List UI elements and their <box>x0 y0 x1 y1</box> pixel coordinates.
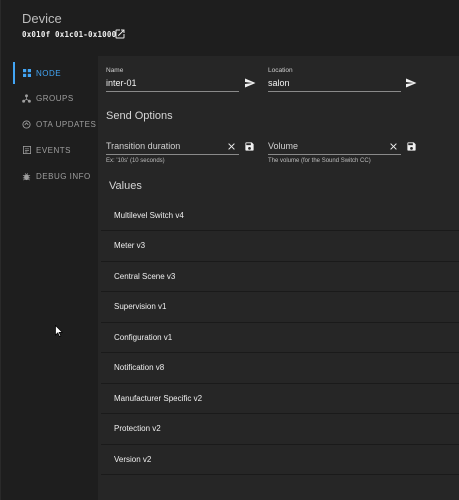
send-location-button[interactable] <box>404 76 417 89</box>
list-item[interactable]: Manufacturer Specific v2 <box>101 383 459 414</box>
open-in-new-icon[interactable] <box>114 28 126 40</box>
sidebar-item-label: DEBUG INFO <box>36 171 91 181</box>
events-icon <box>22 146 31 155</box>
sidebar-item-label: NODE <box>36 68 62 78</box>
name-label: Name <box>106 67 124 74</box>
sidebar-item-node[interactable]: NODE <box>1 60 98 86</box>
list-item[interactable]: Version v2 <box>101 444 459 475</box>
send-icon <box>405 78 416 87</box>
page-title: Device <box>22 11 62 26</box>
volume-field[interactable]: Volume The volume (for the Sound Switch … <box>268 140 401 170</box>
save-transition-button[interactable] <box>243 140 256 153</box>
name-field[interactable]: Name inter-01 <box>106 67 239 93</box>
clear-transition-button[interactable] <box>225 140 238 153</box>
list-item[interactable]: Supervision v1 <box>101 292 459 323</box>
values-title: Values <box>109 180 142 192</box>
sidebar-item-groups[interactable]: GROUPS <box>1 85 98 111</box>
grid-icon <box>22 69 31 78</box>
save-volume-button[interactable] <box>405 140 418 153</box>
volume-input[interactable]: Volume <box>268 141 298 151</box>
transition-duration-input[interactable]: Transition duration <box>106 141 180 151</box>
close-icon <box>228 143 235 150</box>
transition-underline <box>106 154 239 155</box>
list-item[interactable]: Notification v8 <box>101 353 459 384</box>
group-icon <box>22 93 31 103</box>
sidebar-item-ota-updates[interactable]: OTA UPDATES <box>1 111 98 137</box>
list-item[interactable]: Central Scene v3 <box>101 261 459 292</box>
save-icon <box>407 142 416 151</box>
location-field[interactable]: Location salon <box>268 67 401 93</box>
sidebar-item-label: GROUPS <box>36 93 74 103</box>
list-item[interactable]: Meter v3 <box>101 231 459 262</box>
volume-hint: The volume (for the Sound Switch CC) <box>268 158 371 164</box>
list-item[interactable]: Multilevel Switch v4 <box>101 200 459 231</box>
name-underline <box>106 91 239 92</box>
sidebar: NODE GROUPS OTA UPDATES EVENTS DEBUG INF… <box>1 58 98 498</box>
transition-duration-field[interactable]: Transition duration Ex: '10s' (10 second… <box>106 140 239 170</box>
send-icon <box>244 78 255 87</box>
mouse-cursor-icon <box>55 325 63 337</box>
close-icon <box>390 143 397 150</box>
device-id: 0x010f 0x1c01-0x1000 <box>22 30 117 39</box>
send-name-button[interactable] <box>243 76 256 89</box>
device-header: Device 0x010f 0x1c01-0x1000 <box>1 0 459 56</box>
clear-volume-button[interactable] <box>387 140 400 153</box>
app-window: Device 0x010f 0x1c01-0x1000 NODE GROUPS … <box>0 0 459 500</box>
transition-hint: Ex: '10s' (10 seconds) <box>106 158 165 164</box>
list-item[interactable]: Configuration v1 <box>101 322 459 353</box>
location-label: Location <box>268 67 293 74</box>
sidebar-item-label: EVENTS <box>36 145 72 155</box>
volume-underline <box>268 154 401 155</box>
send-options-title: Send Options <box>106 110 173 122</box>
list-item[interactable]: Protection v2 <box>101 414 459 445</box>
name-input[interactable]: inter-01 <box>106 78 137 88</box>
sidebar-item-debug-info[interactable]: DEBUG INFO <box>1 163 98 189</box>
bug-icon <box>22 172 31 181</box>
sidebar-item-label: OTA UPDATES <box>36 119 97 129</box>
location-input[interactable]: salon <box>268 78 290 88</box>
sidebar-item-events[interactable]: EVENTS <box>1 137 98 163</box>
ota-icon <box>22 119 31 129</box>
save-icon <box>245 142 254 151</box>
location-underline <box>268 91 401 92</box>
